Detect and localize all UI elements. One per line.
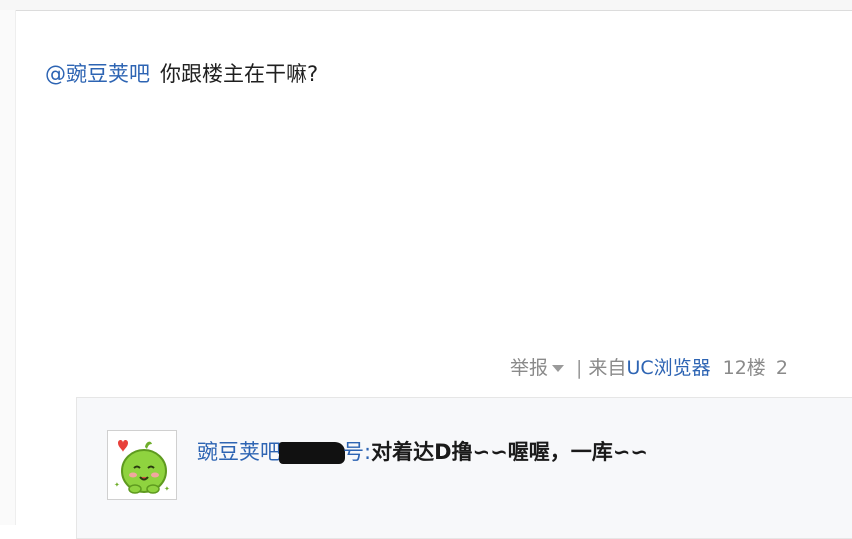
reply-username-part1: 豌豆荚吧 <box>197 440 281 464</box>
top-border <box>0 0 852 11</box>
floor-number: 12楼 <box>722 357 766 379</box>
svg-text:✦: ✦ <box>164 485 170 493</box>
chevron-down-icon <box>552 365 565 372</box>
green-pea-mascot-icon: ✦ ✦ <box>114 440 170 494</box>
reply-box: ✦ ✦ 豌豆荚吧 号:对着达D撸∽∽喔喔，一库∽∽ <box>76 397 852 539</box>
meta-separator: | <box>576 357 583 379</box>
redaction-mark <box>279 442 345 464</box>
reply-line: 豌豆荚吧 号:对着达D撸∽∽喔喔，一库∽∽ <box>197 436 648 468</box>
reply-text: 对着达D撸∽∽喔喔，一库∽∽ <box>371 440 648 464</box>
post-content: @豌豆荚吧 你跟楼主在干嘛? <box>45 58 318 90</box>
report-label: 举报 <box>510 357 549 379</box>
left-rail <box>0 10 16 525</box>
post-text: 你跟楼主在干嘛? <box>160 62 319 86</box>
svg-text:✦: ✦ <box>114 481 120 489</box>
mention-link[interactable]: @豌豆荚吧 <box>45 62 150 86</box>
post-meta: 举报 | 来自UC浏览器 12楼 2 <box>510 354 788 382</box>
avatar[interactable]: ✦ ✦ <box>107 430 177 500</box>
reply-username-part2: 号: <box>343 440 372 464</box>
reply-username-link[interactable]: 豌豆荚吧 号: <box>197 440 371 464</box>
source-prefix: 来自 <box>588 357 627 379</box>
source-link[interactable]: UC浏览器 <box>626 357 710 379</box>
report-button[interactable]: 举报 <box>510 357 570 379</box>
post-date: 2 <box>775 357 788 379</box>
